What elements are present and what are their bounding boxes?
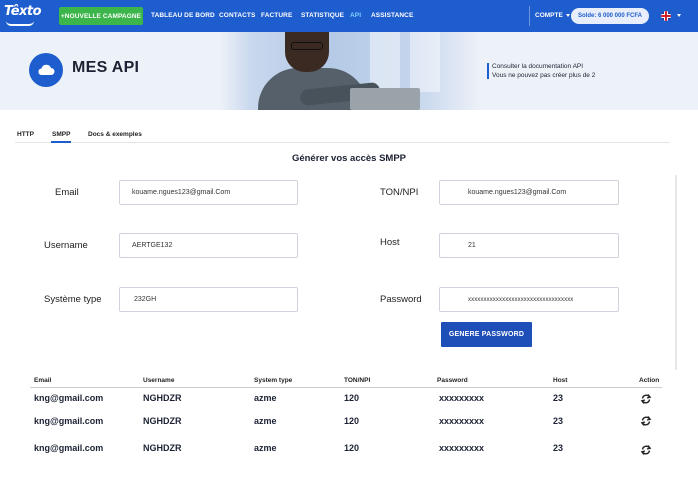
api-doc-link[interactable]: Consulter la documentation API	[492, 62, 595, 71]
ton-npi-label: TON/NPI	[380, 187, 419, 198]
password-field[interactable]: xxxxxxxxxxxxxxxxxxxxxxxxxxxxxxxxxx	[439, 287, 619, 312]
username-field[interactable]: AERTGE132	[119, 233, 298, 258]
compte-menu[interactable]: COMPTE	[535, 12, 570, 19]
host-field[interactable]: 21	[439, 233, 619, 258]
page-title: MES API	[72, 59, 140, 76]
cell-host: 23	[553, 393, 564, 403]
cell-email: kng@gmail.com	[34, 443, 104, 453]
refresh-icon[interactable]	[640, 393, 652, 405]
texto-logo[interactable]: Têxto	[4, 4, 42, 26]
banner-note-accent	[487, 63, 489, 79]
cloud-icon	[29, 53, 63, 87]
nav-tableau-de-bord[interactable]: TABLEAU DE BORD	[151, 12, 215, 19]
systeme-type-field[interactable]: 232GH	[119, 287, 298, 312]
cell-host: 23	[553, 443, 564, 453]
api-limit-note: Vous ne pouvez pas créer plus de 2	[492, 72, 596, 79]
table-header-divider	[30, 387, 662, 388]
nav-facture[interactable]: FACTURE	[261, 12, 292, 19]
top-navbar: Têxto +NOUVELLE CAMPAGNE TABLEAU DE BORD…	[0, 0, 698, 32]
systeme-type-label: Système type	[44, 294, 102, 305]
nav-assistance[interactable]: ASSISTANCE	[371, 12, 413, 19]
uk-flag-icon[interactable]	[661, 11, 671, 21]
col-header-username: Username	[143, 377, 175, 384]
nav-divider	[529, 6, 530, 26]
refresh-icon[interactable]	[640, 415, 652, 427]
nav-api[interactable]: API	[350, 12, 361, 19]
cell-ton-npi: 120	[344, 443, 360, 453]
scrollbar[interactable]	[675, 175, 677, 370]
cell-username: NGHDZR	[143, 416, 182, 426]
new-campaign-button[interactable]: +NOUVELLE CAMPAGNE	[59, 7, 143, 25]
chevron-down-icon[interactable]	[677, 14, 681, 17]
logo-text: Têxto	[4, 4, 42, 19]
chevron-down-icon	[565, 13, 570, 17]
col-header-host: Host	[553, 377, 568, 384]
nav-contacts[interactable]: CONTACTS	[219, 12, 255, 19]
email-label: Email	[55, 187, 79, 198]
generate-password-button[interactable]: GENERE PASSWORD	[441, 322, 532, 347]
refresh-icon[interactable]	[640, 444, 652, 456]
nav-statistique[interactable]: STATISTIQUE	[301, 12, 344, 19]
password-label: Password	[380, 294, 422, 305]
col-header-password: Password	[437, 377, 468, 384]
tabs-divider	[15, 142, 670, 143]
cell-email: kng@gmail.com	[34, 393, 104, 403]
cell-password: xxxxxxxxx	[439, 443, 485, 453]
cell-username: NGHDZR	[143, 443, 182, 453]
email-field[interactable]: kouame.ngues123@gmail.Com	[119, 180, 298, 205]
banner-note: Consulter la documentation API Vous ne p…	[492, 62, 595, 80]
section-title: Générer vos accès SMPP	[291, 153, 407, 164]
cell-username: NGHDZR	[143, 393, 182, 403]
col-header-ton-npi: TON/NPI	[344, 377, 371, 384]
cell-password: xxxxxxxxx	[439, 393, 485, 403]
cell-ton-npi: 120	[344, 416, 360, 426]
cell-system-type: azme	[254, 416, 277, 426]
col-header-system-type: System type	[254, 377, 293, 384]
host-label: Host	[380, 237, 400, 248]
username-label: Username	[44, 240, 88, 251]
tab-http[interactable]: HTTP	[17, 131, 34, 138]
solde-badge[interactable]: Solde: 6 000 000 FCFA	[571, 8, 649, 24]
ton-npi-field[interactable]: kouame.ngues123@gmail.Com	[439, 180, 619, 205]
cell-password: xxxxxxxxx	[439, 416, 485, 426]
cell-system-type: azme	[254, 443, 277, 453]
cell-email: kng@gmail.com	[34, 416, 104, 426]
col-header-email: Email	[34, 377, 52, 384]
cell-ton-npi: 120	[344, 393, 360, 403]
tab-docs-exemples[interactable]: Docs & exemples	[88, 131, 142, 138]
col-header-action: Action	[639, 377, 660, 384]
cell-host: 23	[553, 416, 564, 426]
tab-smpp[interactable]: SMPP	[52, 131, 70, 138]
compte-label: COMPTE	[535, 12, 563, 19]
active-tab-indicator	[51, 141, 71, 143]
cell-system-type: azme	[254, 393, 277, 403]
